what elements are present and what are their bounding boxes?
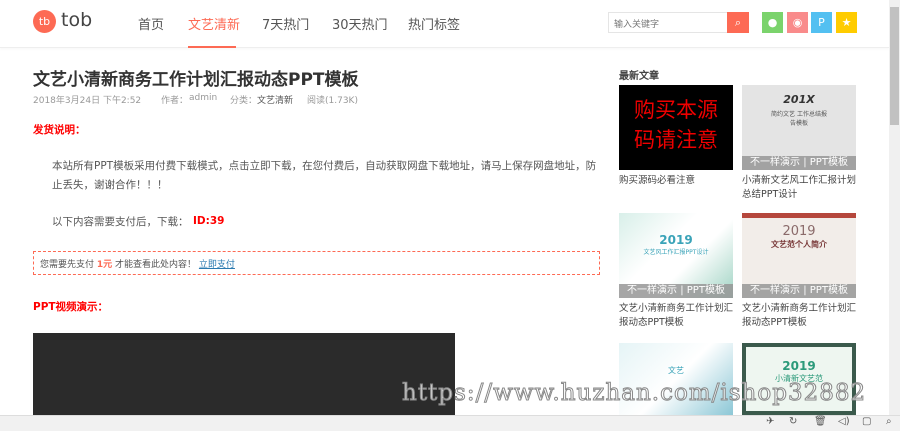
- scrollbar-thumb[interactable]: [890, 7, 899, 125]
- category-link[interactable]: 文艺清新: [257, 93, 293, 106]
- pay-box: 您需要先支付 1元 才能查看此处内容！ 立即支付: [33, 251, 600, 275]
- qq-icon[interactable]: P: [811, 12, 832, 33]
- post-thumb[interactable]: 2019 文艺风工作汇报PPT设计 不一样演示 | PPT模板: [619, 213, 733, 298]
- watermark: https://www.huzhan.com/ishop32882: [401, 380, 867, 407]
- post-caption[interactable]: 购买源码必看注意: [619, 174, 735, 188]
- star-icon[interactable]: ★: [836, 12, 857, 33]
- thumb-sub: 文艺: [668, 366, 684, 375]
- browser-status-bar: [0, 415, 900, 431]
- post-thumb[interactable]: 2019 文艺范个人简介 不一样演示 | PPT模板: [742, 213, 856, 298]
- author-label: 作者：: [161, 96, 189, 106]
- sidebar-title: 最新文章: [619, 71, 659, 82]
- thumb-year: 201X: [783, 93, 815, 106]
- pin-icon[interactable]: ✈: [766, 416, 774, 427]
- pay-now-link[interactable]: 立即支付: [199, 260, 235, 270]
- search-icon: ⌕: [734, 16, 742, 29]
- thumb-band: 不一样演示 | PPT模板: [619, 284, 733, 298]
- nav-home[interactable]: 首页: [138, 14, 164, 33]
- post-thumb[interactable]: 购买本源码请注意: [619, 85, 733, 170]
- article-date: 2018年3月24日 下午2:52: [33, 96, 142, 106]
- nav-wenyi[interactable]: 文艺清新: [188, 14, 240, 33]
- volume-icon[interactable]: ◁): [838, 416, 850, 427]
- trash-icon[interactable]: 🗑: [814, 416, 827, 427]
- thumb-sub: 简约文艺 工作总结报告模板: [771, 111, 827, 127]
- pay-suffix: 才能查看此处内容！: [115, 260, 197, 270]
- post-thumb[interactable]: 201X 简约文艺 工作总结报告模板 不一样演示 | PPT模板: [742, 85, 856, 170]
- category-label: 分类：: [230, 96, 258, 106]
- thumb-sub: 文艺范个人简介: [771, 240, 827, 249]
- pay-amount: 1元: [96, 260, 113, 270]
- article-title: 文艺小清新商务工作计划汇报动态PPT模板: [33, 70, 359, 90]
- thumb-sub: 文艺风工作汇报PPT设计: [643, 249, 709, 256]
- nav-7day[interactable]: 7天热门: [262, 14, 309, 33]
- thumb-year: 2019: [782, 359, 816, 373]
- pay-prefix: 您需要先支付: [40, 260, 95, 270]
- video-player[interactable]: [33, 333, 455, 417]
- thumb-year: 2019: [659, 233, 693, 247]
- notice-text: 本站所有PPT模板采用付费下载模式，点击立即下载，在您付费后，自动获取网盘下载地…: [52, 160, 597, 191]
- post-caption[interactable]: 文艺小清新商务工作计划汇报动态PPT模板: [619, 302, 735, 330]
- nav-active-underline: [188, 46, 236, 48]
- refresh-icon[interactable]: ↻: [789, 416, 797, 427]
- zoom-icon[interactable]: ⌕: [886, 416, 892, 427]
- download-id: ID:39: [193, 215, 225, 227]
- nav-30day[interactable]: 30天热门: [332, 14, 388, 33]
- thumb-band: 不一样演示 | PPT模板: [742, 156, 856, 170]
- logo-icon[interactable]: tb: [33, 10, 56, 33]
- author: admin: [189, 93, 218, 103]
- logo-text[interactable]: tob: [61, 9, 92, 31]
- nav-tags[interactable]: 热门标签: [408, 14, 460, 33]
- read-count: 阅读(1.73K): [307, 96, 358, 106]
- thumb-band: 不一样演示 | PPT模板: [742, 284, 856, 298]
- search-button[interactable]: ⌕: [727, 12, 749, 33]
- thumb-text: 购买本源码请注意: [634, 98, 718, 152]
- search-input[interactable]: 输入关键字: [608, 12, 728, 33]
- post-caption[interactable]: 小清新文艺风工作汇报计划总结PPT设计: [742, 174, 858, 202]
- window-icon[interactable]: ▢: [862, 416, 871, 427]
- wechat-icon[interactable]: ●: [762, 12, 783, 33]
- section-heading-delivery: 发货说明：: [33, 124, 86, 136]
- download-label: 以下内容需要支付后，下载：: [52, 216, 189, 228]
- weibo-icon[interactable]: ◉: [787, 12, 808, 33]
- post-caption[interactable]: 文艺小清新商务工作计划汇报动态PPT模板: [742, 302, 858, 330]
- section-heading-video: PPT视频演示：: [33, 301, 109, 313]
- thumb-year: 2019: [782, 224, 816, 239]
